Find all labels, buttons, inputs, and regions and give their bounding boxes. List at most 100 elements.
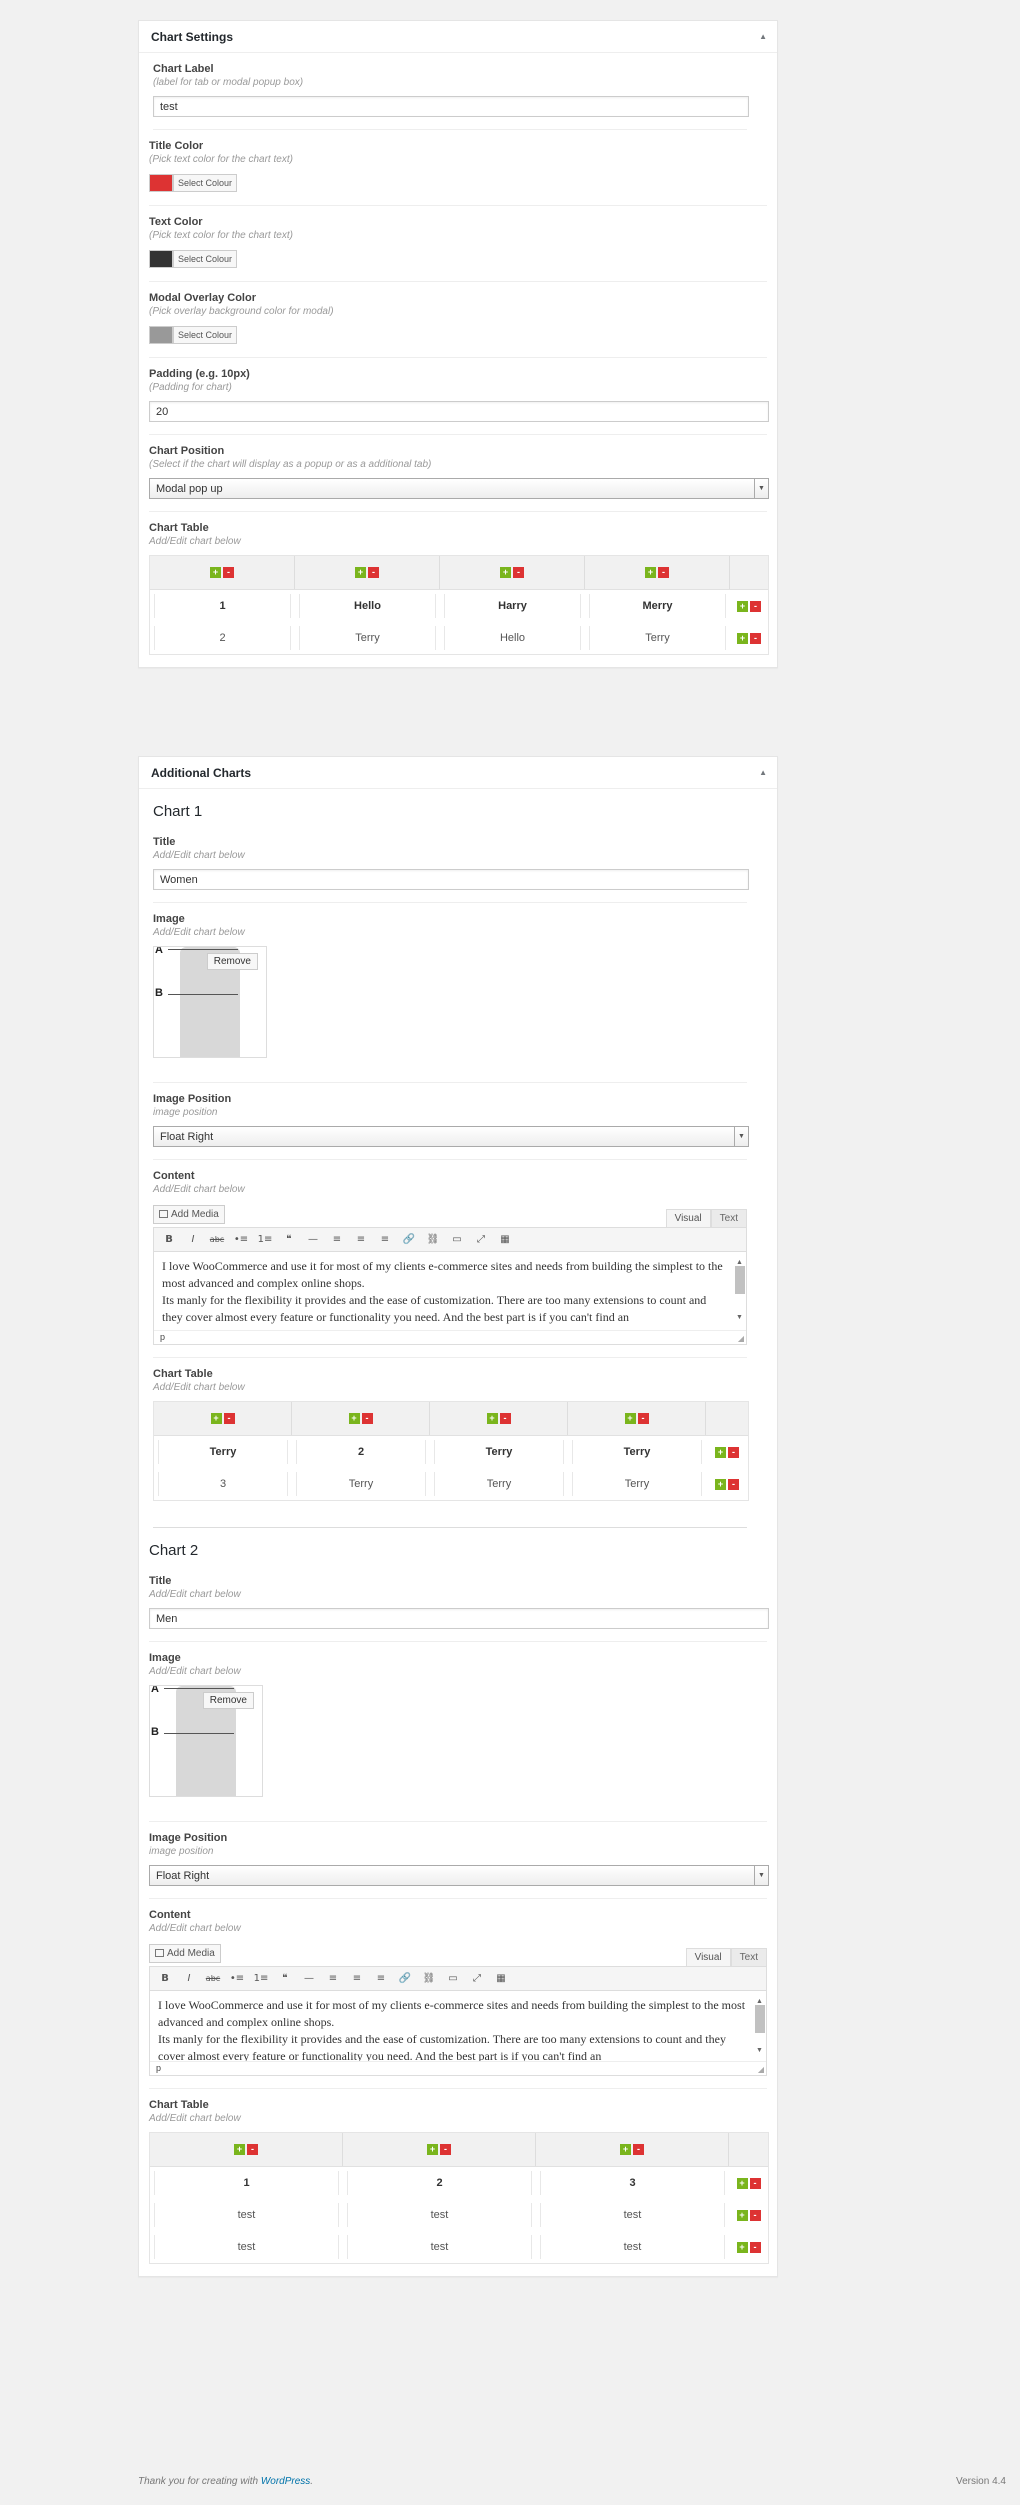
- remove-row-icon[interactable]: -: [749, 2209, 761, 2221]
- padding-input[interactable]: 20: [149, 401, 769, 422]
- strikethrough-icon[interactable]: abc: [203, 1970, 223, 1988]
- add-column-icon[interactable]: +: [486, 1413, 498, 1424]
- table-cell[interactable]: Terry: [572, 1472, 702, 1496]
- add-column-icon[interactable]: +: [620, 2144, 631, 2155]
- italic-icon[interactable]: I: [183, 1231, 203, 1249]
- chart-2-text-tab[interactable]: Text: [730, 1948, 767, 1966]
- blockquote-icon[interactable]: ❝: [275, 1970, 295, 1988]
- add-column-icon[interactable]: +: [427, 2144, 438, 2155]
- add-row-icon[interactable]: +: [736, 2177, 748, 2189]
- italic-icon[interactable]: I: [179, 1970, 199, 1988]
- editor-scrollbar[interactable]: ▲ ▼: [755, 1993, 765, 2059]
- blockquote-icon[interactable]: ❝: [279, 1231, 299, 1249]
- wordpress-link[interactable]: WordPress: [261, 2476, 310, 2487]
- chart-1-visual-tab[interactable]: Visual: [665, 1209, 711, 1227]
- remove-column-icon[interactable]: -: [368, 567, 379, 578]
- remove-column-icon[interactable]: -: [223, 567, 234, 578]
- remove-row-icon[interactable]: -: [728, 1478, 739, 1490]
- add-column-icon[interactable]: +: [348, 1413, 360, 1424]
- add-column-icon[interactable]: +: [624, 1413, 636, 1424]
- table-cell[interactable]: test: [540, 2235, 725, 2259]
- align-left-icon[interactable]: ≡: [323, 1970, 343, 1988]
- chart-2-image-position-select[interactable]: Float Right ▼: [149, 1865, 769, 1886]
- add-column-icon[interactable]: +: [645, 567, 656, 578]
- align-center-icon[interactable]: ≡: [347, 1970, 367, 1988]
- strikethrough-icon[interactable]: abc: [207, 1231, 227, 1249]
- table-cell[interactable]: test: [154, 2203, 339, 2227]
- table-cell[interactable]: Hello: [299, 594, 436, 618]
- remove-column-icon[interactable]: -: [633, 2144, 644, 2155]
- toggle-arrow-icon[interactable]: ▲: [759, 21, 767, 53]
- link-icon[interactable]: 🔗: [395, 1970, 415, 1988]
- chart-2-add-media-button[interactable]: Add Media: [149, 1944, 221, 1963]
- chart-1-remove-image-button[interactable]: Remove: [206, 953, 258, 970]
- add-row-icon[interactable]: +: [715, 1478, 726, 1490]
- bold-icon[interactable]: B: [159, 1231, 179, 1249]
- read-more-icon[interactable]: ▭: [447, 1231, 467, 1249]
- align-center-icon[interactable]: ≡: [351, 1231, 371, 1249]
- remove-column-icon[interactable]: -: [499, 1413, 511, 1424]
- add-row-icon[interactable]: +: [737, 600, 748, 612]
- align-right-icon[interactable]: ≡: [371, 1970, 391, 1988]
- remove-row-icon[interactable]: -: [749, 2177, 761, 2189]
- chart-2-visual-tab[interactable]: Visual: [685, 1948, 731, 1966]
- table-cell[interactable]: 3: [158, 1472, 288, 1496]
- resize-grip-icon[interactable]: ◢: [758, 2065, 764, 2074]
- table-cell[interactable]: Merry: [589, 594, 726, 618]
- remove-row-icon[interactable]: -: [749, 2241, 761, 2253]
- fullscreen-icon[interactable]: ⤢: [471, 1231, 491, 1249]
- resize-grip-icon[interactable]: ◢: [738, 1334, 744, 1343]
- remove-column-icon[interactable]: -: [513, 567, 524, 578]
- fullscreen-icon[interactable]: ⤢: [467, 1970, 487, 1988]
- overlay-color-button[interactable]: Select Colour: [173, 326, 238, 344]
- toggle-arrow-icon[interactable]: ▲: [759, 757, 767, 789]
- add-column-icon[interactable]: +: [355, 567, 366, 578]
- table-cell[interactable]: Harry: [444, 594, 581, 618]
- table-cell[interactable]: test: [154, 2235, 339, 2259]
- add-row-icon[interactable]: +: [736, 2241, 748, 2253]
- additional-charts-header[interactable]: Additional Charts ▲: [139, 757, 777, 789]
- chart-1-image-position-select[interactable]: Float Right ▼: [153, 1126, 749, 1147]
- text-color-button[interactable]: Select Colour: [173, 250, 238, 268]
- text-color-swatch[interactable]: [149, 250, 173, 268]
- link-icon[interactable]: 🔗: [399, 1231, 419, 1249]
- remove-column-icon[interactable]: -: [440, 2144, 451, 2155]
- scroll-thumb[interactable]: [735, 1266, 745, 1294]
- add-column-icon[interactable]: +: [210, 1413, 222, 1424]
- table-cell[interactable]: 2: [296, 1440, 426, 1464]
- remove-row-icon[interactable]: -: [750, 632, 761, 644]
- table-cell[interactable]: Terry: [296, 1472, 426, 1496]
- unlink-icon[interactable]: ⛓: [423, 1231, 443, 1249]
- chart-1-editor-content[interactable]: I love WooCommerce and use it for most o…: [154, 1252, 746, 1330]
- add-row-icon[interactable]: +: [737, 632, 748, 644]
- table-cell[interactable]: 1: [154, 594, 291, 618]
- table-cell[interactable]: 2: [154, 626, 291, 650]
- table-cell[interactable]: test: [347, 2203, 532, 2227]
- table-cell[interactable]: Terry: [589, 626, 726, 650]
- scroll-down-icon[interactable]: ▼: [756, 2042, 763, 2059]
- table-cell[interactable]: Terry: [158, 1440, 288, 1464]
- add-column-icon[interactable]: +: [500, 567, 511, 578]
- table-cell[interactable]: test: [540, 2203, 725, 2227]
- chart-2-title-input[interactable]: Men: [149, 1608, 769, 1629]
- chart-position-select[interactable]: Modal pop up ▼: [149, 478, 769, 499]
- numbered-list-icon[interactable]: 1≡: [255, 1231, 275, 1249]
- add-row-icon[interactable]: +: [715, 1446, 726, 1458]
- remove-column-icon[interactable]: -: [361, 1413, 373, 1424]
- table-cell[interactable]: Terry: [572, 1440, 702, 1464]
- title-color-swatch[interactable]: [149, 174, 173, 192]
- chart-label-input[interactable]: test: [153, 96, 749, 117]
- bullet-list-icon[interactable]: •≡: [231, 1231, 251, 1249]
- add-row-icon[interactable]: +: [736, 2209, 748, 2221]
- unlink-icon[interactable]: ⛓: [419, 1970, 439, 1988]
- remove-column-icon[interactable]: -: [247, 2144, 258, 2155]
- add-column-icon[interactable]: +: [210, 567, 221, 578]
- numbered-list-icon[interactable]: 1≡: [251, 1970, 271, 1988]
- chart-1-add-media-button[interactable]: Add Media: [153, 1205, 225, 1224]
- toolbar-toggle-icon[interactable]: ▦: [495, 1231, 515, 1249]
- chart-2-editor-content[interactable]: I love WooCommerce and use it for most o…: [150, 1991, 766, 2061]
- table-cell[interactable]: Terry: [299, 626, 436, 650]
- chart-2-remove-image-button[interactable]: Remove: [202, 1692, 254, 1709]
- chart-settings-header[interactable]: Chart Settings ▲: [139, 21, 777, 53]
- table-cell[interactable]: Hello: [444, 626, 581, 650]
